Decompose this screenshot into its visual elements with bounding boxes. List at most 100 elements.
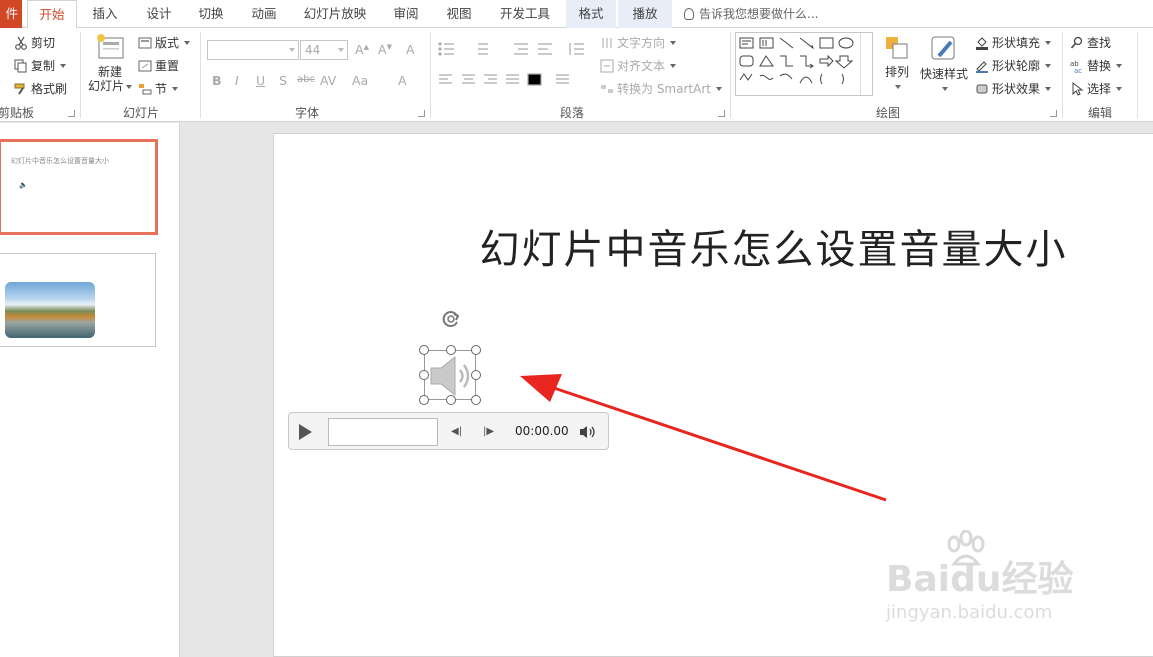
tab-insert[interactable]: 插入 [82, 0, 128, 28]
resize-handle[interactable] [419, 345, 429, 355]
change-case-button[interactable]: Aa [352, 73, 368, 88]
play-icon[interactable] [299, 424, 312, 440]
tab-file[interactable]: 件 [0, 0, 22, 28]
scissors-icon [15, 36, 27, 50]
audio-progress-bar[interactable] [328, 418, 438, 446]
tab-slideshow[interactable]: 幻灯片放映 [296, 0, 374, 28]
drawing-group-label: 绘图 [875, 106, 900, 120]
bold-button[interactable]: B [212, 73, 222, 88]
tab-view[interactable]: 视图 [436, 0, 482, 28]
arrange-label: 排列 [884, 65, 909, 79]
layout-button[interactable]: 版式 [138, 34, 191, 51]
tab-playback[interactable]: 播放 [618, 0, 672, 28]
resize-handle[interactable] [446, 395, 456, 405]
shapes-gallery[interactable] [735, 32, 873, 96]
new-slide-line2: 幻灯片 [87, 79, 124, 93]
tab-format[interactable]: 格式 [566, 0, 616, 28]
select-button[interactable]: 选择 [1070, 80, 1123, 97]
resize-handle[interactable] [471, 370, 481, 380]
font-color-button[interactable]: A [398, 73, 407, 88]
align-text-button[interactable]: 对齐文本 [600, 57, 677, 74]
paintbrush-icon [14, 83, 25, 95]
format-painter-label: 格式刷 [31, 82, 68, 96]
group-divider [1137, 32, 1138, 118]
shrink-font-button[interactable]: A▼ [378, 42, 392, 57]
resize-handle[interactable] [471, 345, 481, 355]
group-divider [1062, 32, 1063, 118]
group-divider [80, 32, 81, 118]
rotate-handle-icon[interactable] [440, 308, 462, 330]
copy-button[interactable]: 复制 [14, 57, 67, 74]
cut-button[interactable]: 剪切 [14, 34, 55, 51]
char-spacing-button[interactable]: AV [320, 73, 336, 88]
italic-button[interactable]: I [235, 73, 239, 88]
shape-outline-button[interactable]: 形状轮廓 [975, 57, 1052, 74]
tab-design[interactable]: 设计 [136, 0, 182, 28]
paragraph-launcher-icon[interactable] [718, 110, 725, 117]
arrange-button[interactable]: 排列 [880, 34, 914, 93]
paint-bucket-icon [976, 36, 988, 50]
clipboard-launcher-icon[interactable] [68, 110, 75, 117]
tab-developer[interactable]: 开发工具 [492, 0, 558, 28]
font-size-value: 44 [305, 43, 321, 57]
slide-thumbnail-1-title: 幻灯片中音乐怎么设置音量大小 [11, 157, 109, 165]
paragraph-align-icons [439, 73, 569, 86]
align-text-label: 对齐文本 [617, 59, 666, 73]
font-name-combo[interactable] [207, 40, 299, 60]
section-button[interactable]: 节 [138, 80, 179, 97]
drawing-launcher-icon[interactable] [1050, 110, 1057, 117]
shapes-gallery-scroll[interactable] [860, 33, 872, 95]
shape-effects-label: 形状效果 [992, 82, 1041, 96]
shape-effects-icon [976, 84, 988, 93]
font-launcher-icon[interactable] [418, 110, 425, 117]
resize-handle[interactable] [419, 370, 429, 380]
search-icon [1070, 36, 1083, 49]
format-painter-button[interactable]: 格式刷 [14, 80, 67, 97]
skip-back-icon[interactable]: ◀| [451, 426, 462, 437]
convert-smartart-label: 转换为 SmartArt [617, 82, 711, 96]
new-slide-button[interactable]: 新建 幻灯片 [86, 32, 134, 93]
resize-handle[interactable] [471, 395, 481, 405]
underline-button[interactable]: U [256, 73, 265, 88]
reset-button[interactable]: 重置 [138, 57, 179, 74]
slide-title[interactable]: 幻灯片中音乐怎么设置音量大小 [274, 217, 1153, 275]
tell-me-search[interactable]: 告诉我您想要做什么... [684, 0, 818, 28]
convert-smartart-button[interactable]: 转换为 SmartArt [600, 80, 722, 97]
replace-button[interactable]: ab ac 替换 [1070, 57, 1123, 74]
tab-animations[interactable]: 动画 [241, 0, 287, 28]
speaker-icon [430, 355, 470, 397]
shadow-button[interactable]: S [279, 73, 287, 88]
shapes-gallery-icons [739, 37, 854, 85]
strikethrough-button[interactable]: abc [297, 74, 315, 85]
reset-label: 重置 [155, 59, 180, 73]
group-divider [730, 32, 731, 118]
skip-forward-icon[interactable]: |▶ [483, 426, 494, 437]
text-direction-icon [602, 37, 612, 48]
find-button[interactable]: 查找 [1070, 34, 1111, 51]
tab-home[interactable]: 开始 [27, 0, 77, 29]
find-label: 查找 [1087, 36, 1112, 50]
section-label: 节 [155, 82, 168, 96]
shape-fill-button[interactable]: 形状填充 [975, 34, 1052, 51]
new-slide-line1: 新建 [97, 65, 122, 79]
slide-thumbnail-2[interactable] [0, 253, 156, 347]
quick-styles-button[interactable]: 快速样式 [918, 34, 970, 95]
resize-handle[interactable] [419, 395, 429, 405]
reset-icon [138, 60, 152, 71]
grow-font-button[interactable]: A▲ [355, 42, 369, 57]
shape-effects-button[interactable]: 形状效果 [975, 80, 1052, 97]
shape-fill-label: 形状填充 [992, 36, 1041, 50]
watermark-url: jingyan.baidu.com [886, 602, 1053, 623]
resize-handle[interactable] [446, 345, 456, 355]
audio-icon-selection[interactable] [419, 345, 481, 405]
text-direction-button[interactable]: 文字方向 [600, 34, 677, 51]
copy-label: 复制 [31, 59, 56, 73]
tab-transitions[interactable]: 切换 [188, 0, 234, 28]
clear-format-button[interactable]: A [406, 42, 415, 57]
group-divider [430, 32, 431, 118]
text-direction-label: 文字方向 [617, 36, 666, 50]
font-size-combo[interactable]: 44 [300, 40, 348, 60]
slide[interactable]: 幻灯片中音乐怎么设置音量大小 ◀| |▶ 00:00.00 Baidu经验 ji… [273, 133, 1153, 657]
tab-review[interactable]: 审阅 [383, 0, 429, 28]
slide-thumbnail-1[interactable]: 幻灯片中音乐怎么设置音量大小 🔈 [0, 139, 158, 235]
